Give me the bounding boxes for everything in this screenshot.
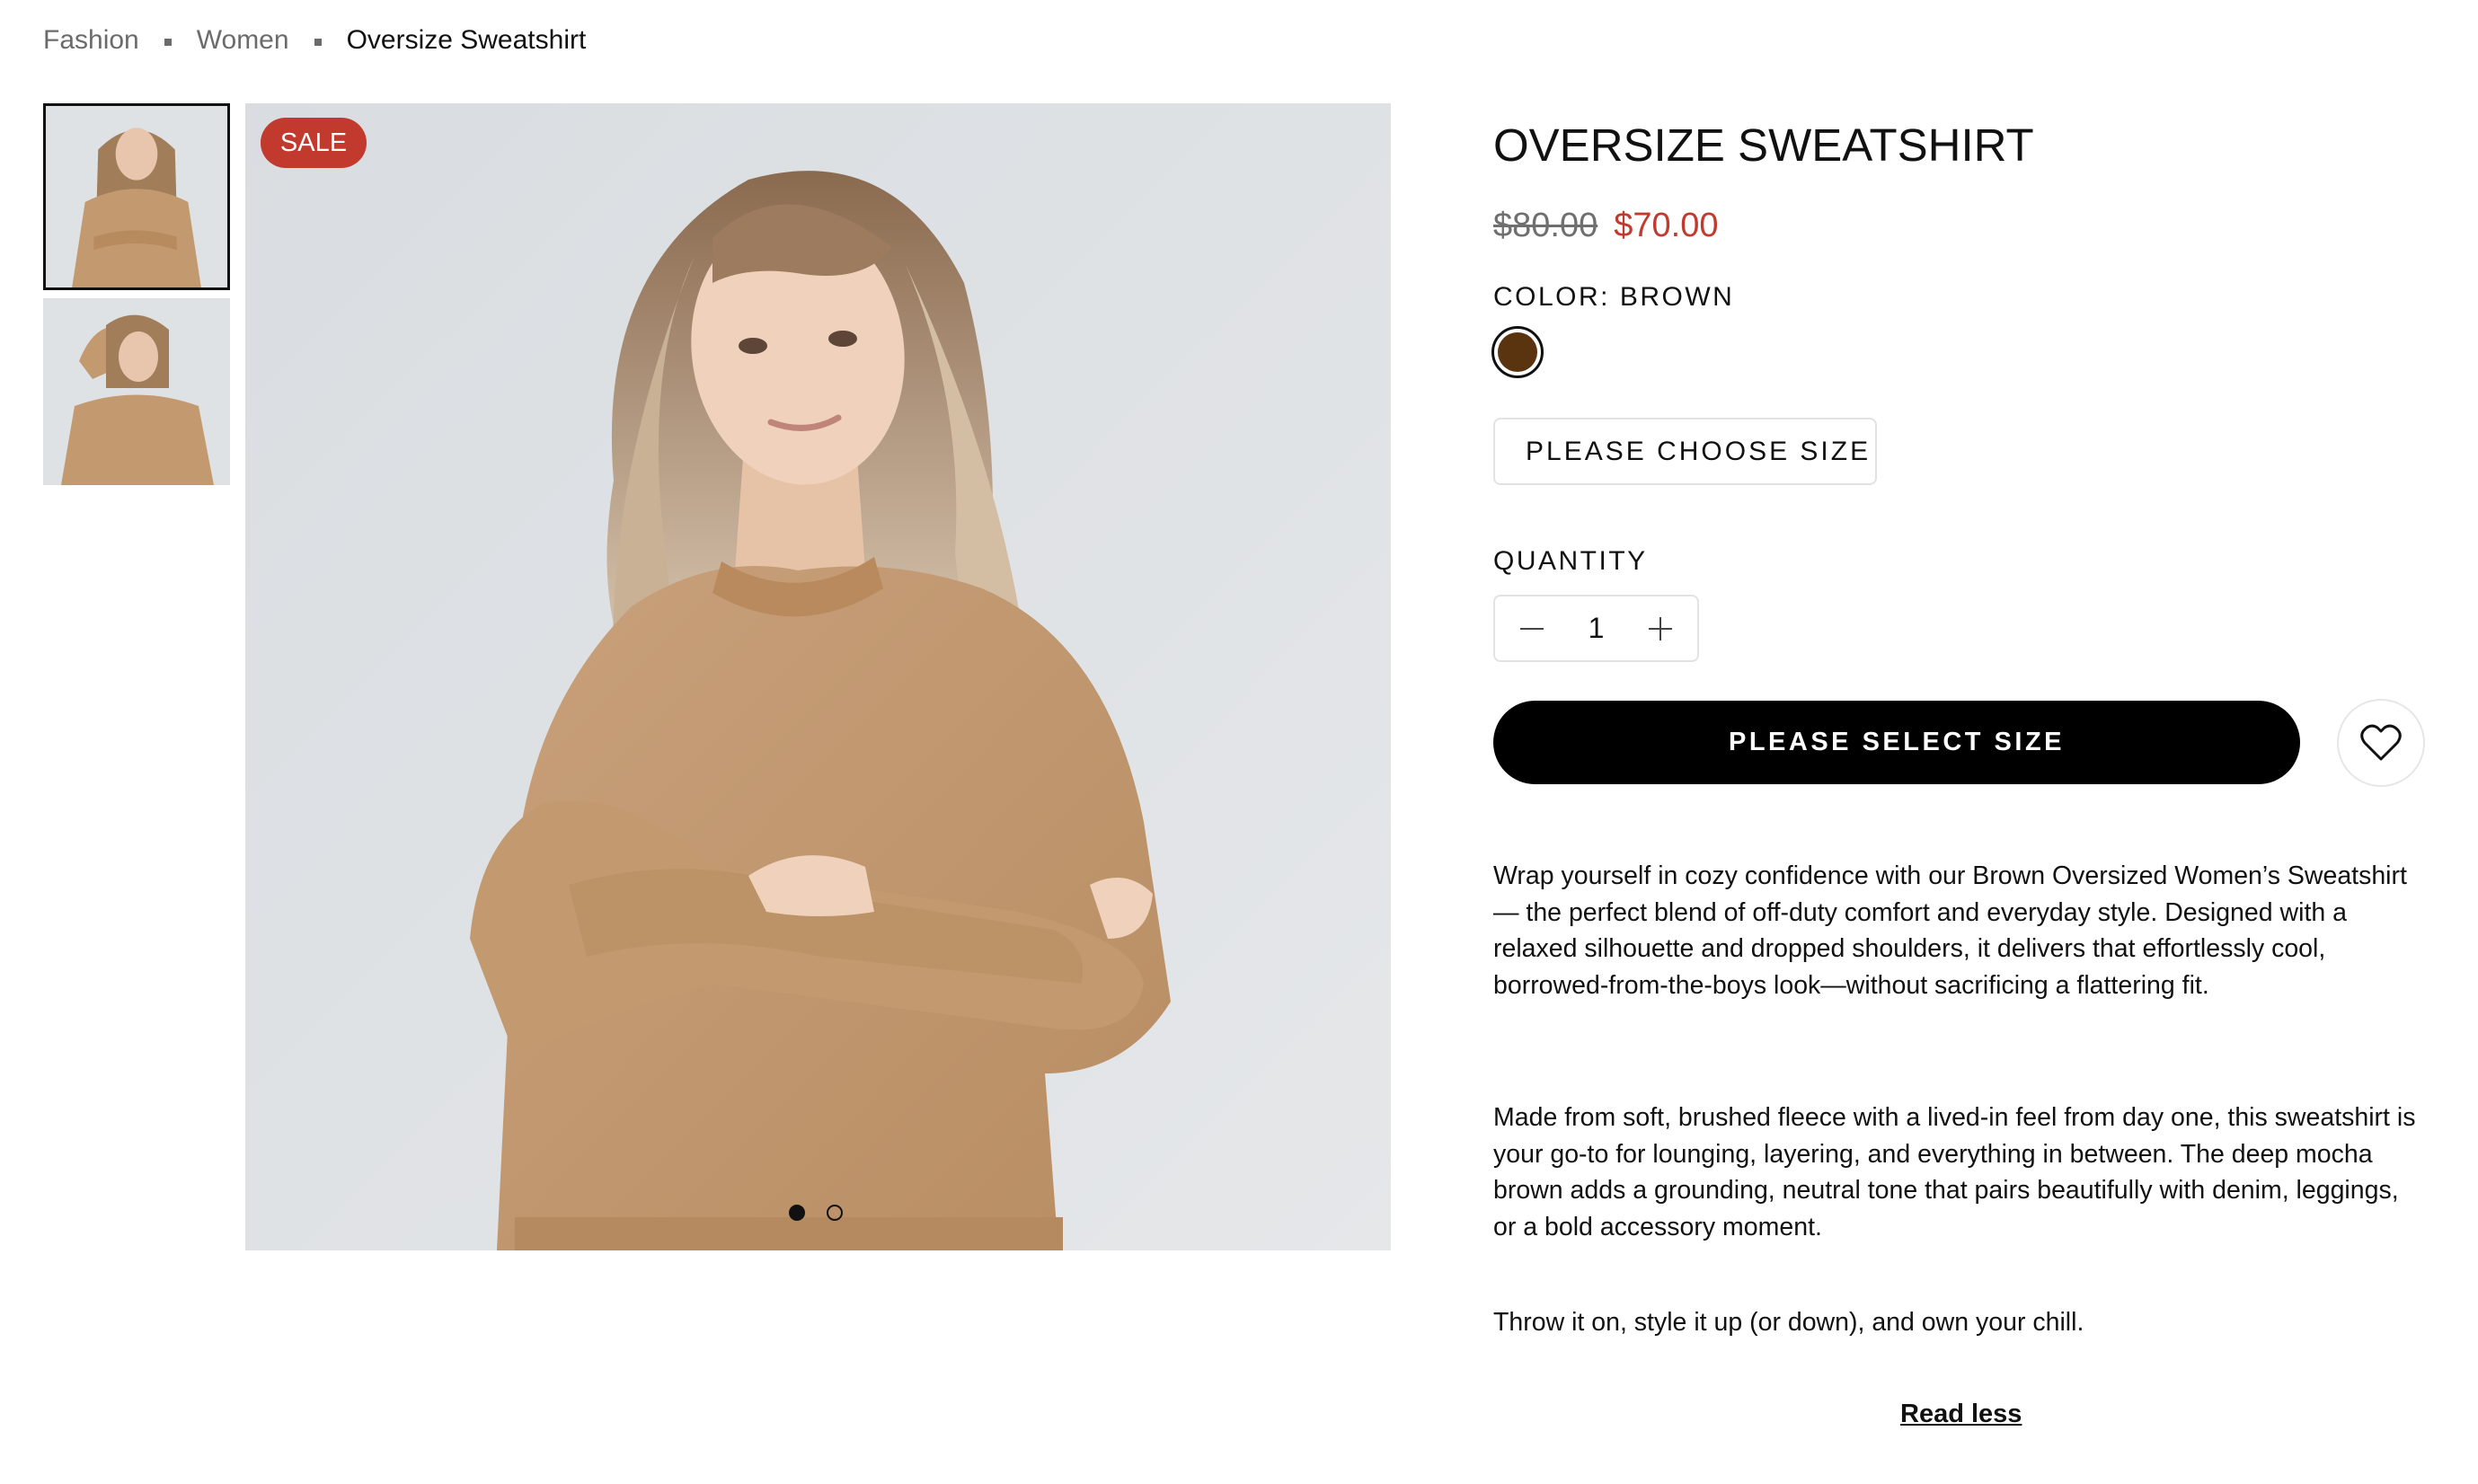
breadcrumb-separator bbox=[164, 39, 172, 46]
breadcrumb-current: Oversize Sweatshirt bbox=[346, 25, 587, 55]
product-title: OVERSIZE SWEATSHIRT bbox=[1493, 119, 2034, 171]
description-paragraph-2: Made from soft, brushed fleece with a li… bbox=[1493, 1103, 2416, 1241]
add-to-cart-button[interactable]: PLEASE SELECT SIZE bbox=[1493, 701, 2300, 784]
breadcrumb-separator bbox=[314, 39, 322, 46]
original-price: $80.00 bbox=[1493, 207, 1598, 244]
description-paragraph-1: Wrap yourself in cozy confidence with ou… bbox=[1493, 861, 2407, 1000]
product-page: Fashion Women Oversize Sweatshirt SALE O… bbox=[0, 0, 2478, 1484]
carousel-dot-1[interactable] bbox=[789, 1205, 805, 1221]
color-label: COLOR: BROWN bbox=[1493, 282, 1735, 312]
breadcrumb-women[interactable]: Women bbox=[197, 25, 289, 56]
size-select[interactable]: PLEASE CHOOSE SIZE bbox=[1493, 418, 1877, 485]
carousel-dot-2[interactable] bbox=[827, 1205, 843, 1221]
thumbnail-1[interactable] bbox=[43, 103, 230, 290]
heart-icon bbox=[2360, 724, 2402, 761]
thumbnail-2[interactable] bbox=[43, 298, 230, 485]
wishlist-button[interactable] bbox=[2337, 699, 2425, 787]
carousel-dots bbox=[789, 1205, 843, 1221]
color-swatch-fill bbox=[1498, 332, 1537, 372]
plus-icon[interactable] bbox=[1647, 615, 1674, 642]
breadcrumb: Fashion Women Oversize Sweatshirt bbox=[43, 25, 586, 56]
breadcrumb-fashion[interactable]: Fashion bbox=[43, 25, 139, 56]
color-swatch-brown[interactable] bbox=[1491, 326, 1544, 378]
quantity-stepper: 1 bbox=[1493, 595, 1699, 662]
product-main-image[interactable] bbox=[245, 103, 1391, 1250]
sale-badge: SALE bbox=[261, 118, 367, 168]
quantity-value[interactable]: 1 bbox=[1589, 612, 1605, 645]
quantity-label: QUANTITY bbox=[1493, 546, 1648, 576]
sale-price: $70.00 bbox=[1614, 207, 1719, 244]
minus-icon[interactable] bbox=[1518, 615, 1545, 642]
product-photo bbox=[245, 103, 1391, 1250]
thumbnail-2-image bbox=[43, 298, 230, 485]
read-less-link[interactable]: Read less bbox=[1900, 1400, 2022, 1429]
thumbnail-1-image bbox=[46, 106, 227, 287]
description-paragraph-3: Throw it on, style it up (or down), and … bbox=[1493, 1308, 2084, 1337]
price-row: $80.00 $70.00 bbox=[1493, 207, 1718, 245]
